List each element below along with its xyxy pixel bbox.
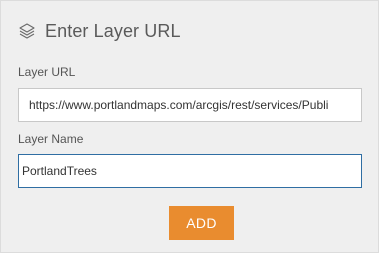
panel-header: Enter Layer URL <box>18 18 181 44</box>
add-button[interactable]: ADD <box>169 206 234 240</box>
panel-title: Enter Layer URL <box>45 20 181 41</box>
layer-url-input[interactable] <box>18 88 362 122</box>
layers-icon <box>18 22 36 40</box>
layer-name-input[interactable] <box>18 154 362 188</box>
layer-url-label: Layer URL <box>18 65 76 79</box>
enter-layer-url-panel: Enter Layer URL Layer URL Layer Name ADD <box>0 0 379 253</box>
layer-name-label: Layer Name <box>18 132 84 146</box>
